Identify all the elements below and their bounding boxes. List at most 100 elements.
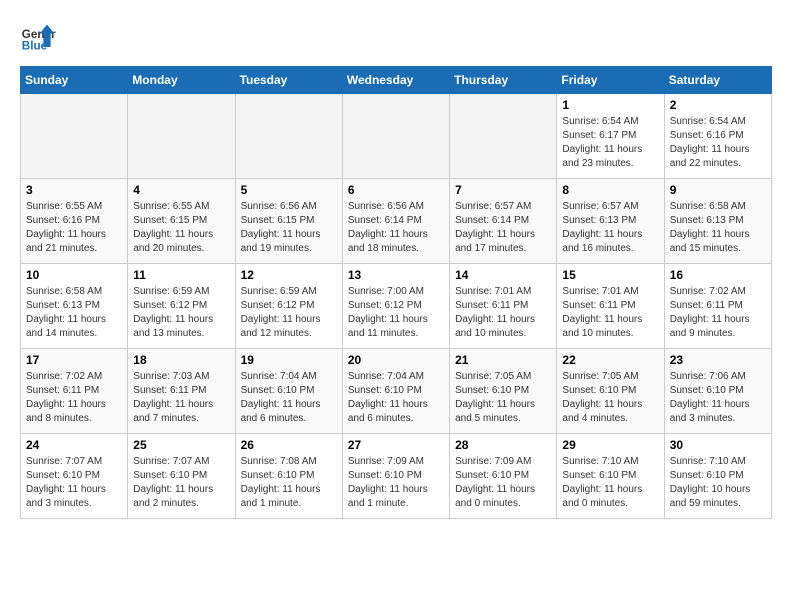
- calendar-cell: 10 Sunrise: 6:58 AMSunset: 6:13 PMDayligh…: [21, 264, 128, 349]
- calendar-cell: 18 Sunrise: 7:03 AMSunset: 6:11 PMDayligh…: [128, 349, 235, 434]
- day-info: Sunrise: 6:55 AMSunset: 6:16 PMDaylight:…: [26, 200, 122, 256]
- day-number: 12: [241, 268, 337, 282]
- day-number: 24: [26, 438, 122, 452]
- day-info: Sunrise: 7:10 AMSunset: 6:10 PMDaylight:…: [562, 455, 658, 511]
- calendar-cell: [21, 94, 128, 179]
- day-number: 15: [562, 268, 658, 282]
- day-number: 11: [133, 268, 229, 282]
- calendar-cell: 27 Sunrise: 7:09 AMSunset: 6:10 PMDayligh…: [342, 434, 449, 519]
- day-info: Sunrise: 7:09 AMSunset: 6:10 PMDaylight:…: [348, 455, 444, 511]
- calendar-week-row: 17 Sunrise: 7:02 AMSunset: 6:11 PMDayligh…: [21, 349, 772, 434]
- weekday-header: Thursday: [450, 67, 557, 94]
- calendar-cell: 1 Sunrise: 6:54 AMSunset: 6:17 PMDaylight…: [557, 94, 664, 179]
- calendar-cell: [450, 94, 557, 179]
- day-info: Sunrise: 6:58 AMSunset: 6:13 PMDaylight:…: [670, 200, 766, 256]
- calendar-cell: 4Sunrise: 6:55 AMSunset: 6:15 PMDaylight…: [128, 179, 235, 264]
- day-number: 10: [26, 268, 122, 282]
- page-header: General Blue: [20, 20, 772, 56]
- calendar-week-row: 10 Sunrise: 6:58 AMSunset: 6:13 PMDayligh…: [21, 264, 772, 349]
- calendar-cell: 30 Sunrise: 7:10 AMSunset: 6:10 PMDayligh…: [664, 434, 771, 519]
- day-number: 20: [348, 353, 444, 367]
- calendar-cell: 16Sunrise: 7:02 AMSunset: 6:11 PMDayligh…: [664, 264, 771, 349]
- calendar-cell: 5Sunrise: 6:56 AMSunset: 6:15 PMDaylight…: [235, 179, 342, 264]
- weekday-header: Sunday: [21, 67, 128, 94]
- day-number: 29: [562, 438, 658, 452]
- day-number: 22: [562, 353, 658, 367]
- day-number: 8: [562, 183, 658, 197]
- calendar-week-row: 1 Sunrise: 6:54 AMSunset: 6:17 PMDaylight…: [21, 94, 772, 179]
- day-info: Sunrise: 7:03 AMSunset: 6:11 PMDaylight:…: [133, 370, 229, 426]
- calendar-cell: [235, 94, 342, 179]
- day-number: 30: [670, 438, 766, 452]
- calendar-table: SundayMondayTuesdayWednesdayThursdayFrid…: [20, 66, 772, 519]
- day-info: Sunrise: 6:59 AMSunset: 6:12 PMDaylight:…: [241, 285, 337, 341]
- day-number: 9: [670, 183, 766, 197]
- day-number: 17: [26, 353, 122, 367]
- day-info: Sunrise: 7:04 AMSunset: 6:10 PMDaylight:…: [348, 370, 444, 426]
- calendar-cell: 9 Sunrise: 6:58 AMSunset: 6:13 PMDaylight…: [664, 179, 771, 264]
- day-info: Sunrise: 7:05 AMSunset: 6:10 PMDaylight:…: [455, 370, 551, 426]
- calendar-cell: 15Sunrise: 7:01 AMSunset: 6:11 PMDayligh…: [557, 264, 664, 349]
- calendar-cell: 20 Sunrise: 7:04 AMSunset: 6:10 PMDayligh…: [342, 349, 449, 434]
- weekday-header: Monday: [128, 67, 235, 94]
- weekday-header: Friday: [557, 67, 664, 94]
- calendar-cell: 2 Sunrise: 6:54 AMSunset: 6:16 PMDaylight…: [664, 94, 771, 179]
- day-number: 28: [455, 438, 551, 452]
- weekday-header: Saturday: [664, 67, 771, 94]
- day-info: Sunrise: 7:07 AMSunset: 6:10 PMDaylight:…: [133, 455, 229, 511]
- calendar-header-row: SundayMondayTuesdayWednesdayThursdayFrid…: [21, 67, 772, 94]
- calendar-cell: 29 Sunrise: 7:10 AMSunset: 6:10 PMDayligh…: [557, 434, 664, 519]
- calendar-body: 1 Sunrise: 6:54 AMSunset: 6:17 PMDaylight…: [21, 94, 772, 519]
- calendar-cell: 3 Sunrise: 6:55 AMSunset: 6:16 PMDaylight…: [21, 179, 128, 264]
- day-number: 4: [133, 183, 229, 197]
- day-number: 3: [26, 183, 122, 197]
- day-number: 6: [348, 183, 444, 197]
- day-number: 21: [455, 353, 551, 367]
- day-info: Sunrise: 7:10 AMSunset: 6:10 PMDaylight:…: [670, 455, 766, 511]
- day-number: 26: [241, 438, 337, 452]
- calendar-cell: 24 Sunrise: 7:07 AMSunset: 6:10 PMDayligh…: [21, 434, 128, 519]
- calendar-cell: [342, 94, 449, 179]
- day-info: Sunrise: 7:07 AMSunset: 6:10 PMDaylight:…: [26, 455, 122, 511]
- day-info: Sunrise: 7:09 AMSunset: 6:10 PMDaylight:…: [455, 455, 551, 511]
- day-number: 1: [562, 98, 658, 112]
- calendar-cell: 13Sunrise: 7:00 AMSunset: 6:12 PMDayligh…: [342, 264, 449, 349]
- day-info: Sunrise: 6:57 AMSunset: 6:13 PMDaylight:…: [562, 200, 658, 256]
- calendar-cell: 8 Sunrise: 6:57 AMSunset: 6:13 PMDaylight…: [557, 179, 664, 264]
- day-info: Sunrise: 6:58 AMSunset: 6:13 PMDaylight:…: [26, 285, 122, 341]
- calendar-cell: 11Sunrise: 6:59 AMSunset: 6:12 PMDayligh…: [128, 264, 235, 349]
- calendar-cell: 14 Sunrise: 7:01 AMSunset: 6:11 PMDayligh…: [450, 264, 557, 349]
- day-info: Sunrise: 6:54 AMSunset: 6:17 PMDaylight:…: [562, 115, 658, 171]
- day-number: 27: [348, 438, 444, 452]
- weekday-header: Wednesday: [342, 67, 449, 94]
- logo-icon: General Blue: [20, 20, 56, 56]
- day-info: Sunrise: 7:05 AMSunset: 6:10 PMDaylight:…: [562, 370, 658, 426]
- calendar-cell: 23 Sunrise: 7:06 AMSunset: 6:10 PMDayligh…: [664, 349, 771, 434]
- calendar-cell: 26 Sunrise: 7:08 AMSunset: 6:10 PMDayligh…: [235, 434, 342, 519]
- weekday-header: Tuesday: [235, 67, 342, 94]
- day-info: Sunrise: 6:56 AMSunset: 6:15 PMDaylight:…: [241, 200, 337, 256]
- day-number: 7: [455, 183, 551, 197]
- calendar-cell: 21 Sunrise: 7:05 AMSunset: 6:10 PMDayligh…: [450, 349, 557, 434]
- logo: General Blue: [20, 20, 56, 56]
- day-number: 14: [455, 268, 551, 282]
- calendar-week-row: 3 Sunrise: 6:55 AMSunset: 6:16 PMDaylight…: [21, 179, 772, 264]
- calendar-cell: 12 Sunrise: 6:59 AMSunset: 6:12 PMDayligh…: [235, 264, 342, 349]
- calendar-cell: 6 Sunrise: 6:56 AMSunset: 6:14 PMDaylight…: [342, 179, 449, 264]
- calendar-cell: 19Sunrise: 7:04 AMSunset: 6:10 PMDayligh…: [235, 349, 342, 434]
- day-number: 23: [670, 353, 766, 367]
- calendar-cell: 7Sunrise: 6:57 AMSunset: 6:14 PMDaylight…: [450, 179, 557, 264]
- day-info: Sunrise: 7:04 AMSunset: 6:10 PMDaylight:…: [241, 370, 337, 426]
- day-number: 13: [348, 268, 444, 282]
- day-info: Sunrise: 7:02 AMSunset: 6:11 PMDaylight:…: [26, 370, 122, 426]
- day-number: 18: [133, 353, 229, 367]
- day-info: Sunrise: 7:02 AMSunset: 6:11 PMDaylight:…: [670, 285, 766, 341]
- day-number: 2: [670, 98, 766, 112]
- calendar-cell: 28 Sunrise: 7:09 AMSunset: 6:10 PMDayligh…: [450, 434, 557, 519]
- day-info: Sunrise: 6:56 AMSunset: 6:14 PMDaylight:…: [348, 200, 444, 256]
- day-info: Sunrise: 6:54 AMSunset: 6:16 PMDaylight:…: [670, 115, 766, 171]
- day-number: 25: [133, 438, 229, 452]
- day-info: Sunrise: 7:08 AMSunset: 6:10 PMDaylight:…: [241, 455, 337, 511]
- day-info: Sunrise: 7:01 AMSunset: 6:11 PMDaylight:…: [455, 285, 551, 341]
- day-info: Sunrise: 7:06 AMSunset: 6:10 PMDaylight:…: [670, 370, 766, 426]
